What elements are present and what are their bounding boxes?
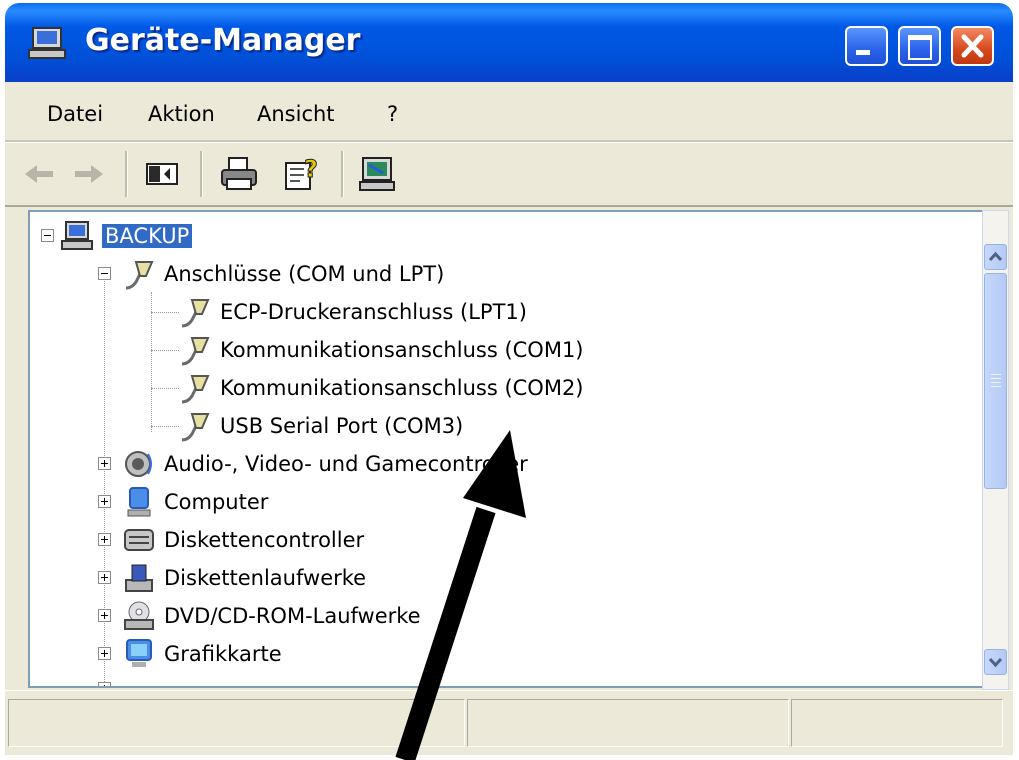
tree-line bbox=[151, 292, 152, 432]
tree-item-label: Grafikkarte bbox=[164, 642, 282, 666]
tree-item-computer[interactable]: Computer bbox=[122, 483, 268, 521]
show-hide-console-tree-icon[interactable] bbox=[140, 153, 184, 195]
tree-item-lpt1[interactable]: ECP-Druckeranschluss (LPT1) bbox=[178, 293, 527, 331]
tree-item-label: DVD/CD-ROM-Laufwerke bbox=[164, 604, 421, 628]
tree-item-floppy-drives[interactable]: Diskettenlaufwerke bbox=[122, 559, 366, 597]
tree-item-label: Anschlüsse (COM und LPT) bbox=[164, 262, 445, 286]
tree-line bbox=[151, 388, 179, 389]
tree-item-com3[interactable]: USB Serial Port (COM3) bbox=[178, 407, 463, 445]
minimize-button[interactable] bbox=[845, 26, 888, 66]
expand-toggle[interactable] bbox=[98, 682, 111, 686]
menu-ansicht[interactable]: Ansicht bbox=[257, 102, 335, 126]
port-connector-icon bbox=[181, 375, 210, 404]
tree-item-com2[interactable]: Kommunikationsanschluss (COM2) bbox=[178, 369, 584, 407]
tree-item-label: Diskettencontroller bbox=[164, 528, 365, 552]
forward-arrow-icon[interactable] bbox=[67, 153, 111, 195]
tree-item-label: Kommunikationsanschluss (COM2) bbox=[220, 376, 584, 400]
scroll-down-button[interactable] bbox=[984, 649, 1007, 675]
tree-root[interactable]: BACKUP bbox=[60, 217, 193, 255]
chevron-up-icon bbox=[988, 251, 1003, 262]
tree-line bbox=[151, 312, 179, 313]
scroll-up-button[interactable] bbox=[984, 244, 1007, 270]
menu-bar: Datei Aktion Ansicht ? bbox=[5, 82, 1013, 142]
menu-datei[interactable]: Datei bbox=[47, 102, 103, 126]
tree-item-label: Kommunikationsanschluss (COM1) bbox=[220, 338, 584, 362]
tree-item-label: Computer bbox=[164, 490, 269, 514]
computer-icon bbox=[127, 487, 151, 517]
back-arrow-icon[interactable] bbox=[17, 153, 61, 195]
device-manager-window: Geräte-Manager Datei Aktion Ansicht ? ? … bbox=[5, 3, 1013, 755]
tree-item-audio[interactable]: Audio-, Video- und Gamecontroller bbox=[122, 445, 528, 483]
expand-toggle[interactable] bbox=[98, 609, 111, 622]
window-title: Geräte-Manager bbox=[85, 23, 361, 58]
device-tree[interactable]: BACKUP Anschlüsse (COM und LPT) ECP-Druc… bbox=[28, 210, 984, 688]
tree-line bbox=[151, 426, 179, 427]
chevron-down-icon bbox=[988, 657, 1003, 668]
tree-item-dvd-cdrom[interactable]: DVD/CD-ROM-Laufwerke bbox=[122, 597, 421, 635]
speaker-icon bbox=[125, 451, 152, 477]
collapse-toggle[interactable] bbox=[41, 229, 54, 242]
update-hardware-icon[interactable] bbox=[355, 153, 399, 195]
print-icon[interactable] bbox=[217, 153, 261, 195]
tree-root-label: BACKUP bbox=[102, 224, 193, 248]
maximize-button[interactable] bbox=[898, 26, 941, 66]
status-pane bbox=[467, 699, 789, 747]
expand-toggle[interactable] bbox=[98, 571, 111, 584]
expand-toggle[interactable] bbox=[98, 457, 111, 470]
toolbar: ? bbox=[5, 142, 1013, 207]
close-icon bbox=[961, 34, 984, 58]
collapse-toggle[interactable] bbox=[98, 267, 111, 280]
tree-item-floppy-controller[interactable]: Diskettencontroller bbox=[122, 521, 364, 559]
title-bar[interactable]: Geräte-Manager bbox=[5, 3, 1013, 82]
tree-item-label: USB Serial Port (COM3) bbox=[220, 414, 464, 438]
cd-drive-icon bbox=[124, 601, 154, 630]
expand-toggle[interactable] bbox=[98, 533, 111, 546]
menu-aktion[interactable]: Aktion bbox=[148, 102, 215, 126]
floppy-drive-icon bbox=[125, 564, 153, 592]
properties-help-icon[interactable]: ? bbox=[280, 153, 324, 195]
computer-icon bbox=[28, 27, 66, 59]
expand-toggle[interactable] bbox=[98, 495, 111, 508]
floppy-controller-icon bbox=[124, 529, 154, 551]
toolbar-separator bbox=[200, 151, 203, 197]
computer-icon bbox=[61, 221, 93, 250]
status-pane bbox=[791, 699, 1003, 747]
expand-toggle[interactable] bbox=[98, 647, 111, 660]
tree-item-label: Audio-, Video- und Gamecontroller bbox=[164, 452, 528, 476]
port-connector-icon bbox=[181, 299, 210, 328]
tree-item-label: ECP-Druckeranschluss (LPT1) bbox=[220, 300, 527, 324]
port-connector-icon bbox=[181, 337, 210, 366]
status-bar bbox=[5, 690, 1013, 755]
close-button[interactable] bbox=[951, 26, 994, 66]
port-connector-icon bbox=[125, 261, 154, 290]
toolbar-separator bbox=[125, 151, 128, 197]
toolbar-separator bbox=[341, 151, 344, 197]
tree-line bbox=[151, 350, 179, 351]
tree-item-graphics[interactable]: Grafikkarte bbox=[122, 635, 282, 673]
status-pane bbox=[8, 699, 465, 747]
tree-item-ports[interactable]: Anschlüsse (COM und LPT) bbox=[122, 255, 444, 293]
vertical-scrollbar[interactable] bbox=[982, 210, 1009, 690]
scroll-thumb[interactable] bbox=[984, 273, 1007, 489]
menu-help[interactable]: ? bbox=[387, 102, 398, 126]
tree-line bbox=[104, 274, 105, 686]
display-adapter-icon bbox=[126, 639, 152, 667]
tree-item-com1[interactable]: Kommunikationsanschluss (COM1) bbox=[178, 331, 584, 369]
port-connector-icon bbox=[181, 413, 210, 442]
svg-text:?: ? bbox=[304, 155, 318, 183]
tree-item-label: Diskettenlaufwerke bbox=[164, 566, 367, 590]
